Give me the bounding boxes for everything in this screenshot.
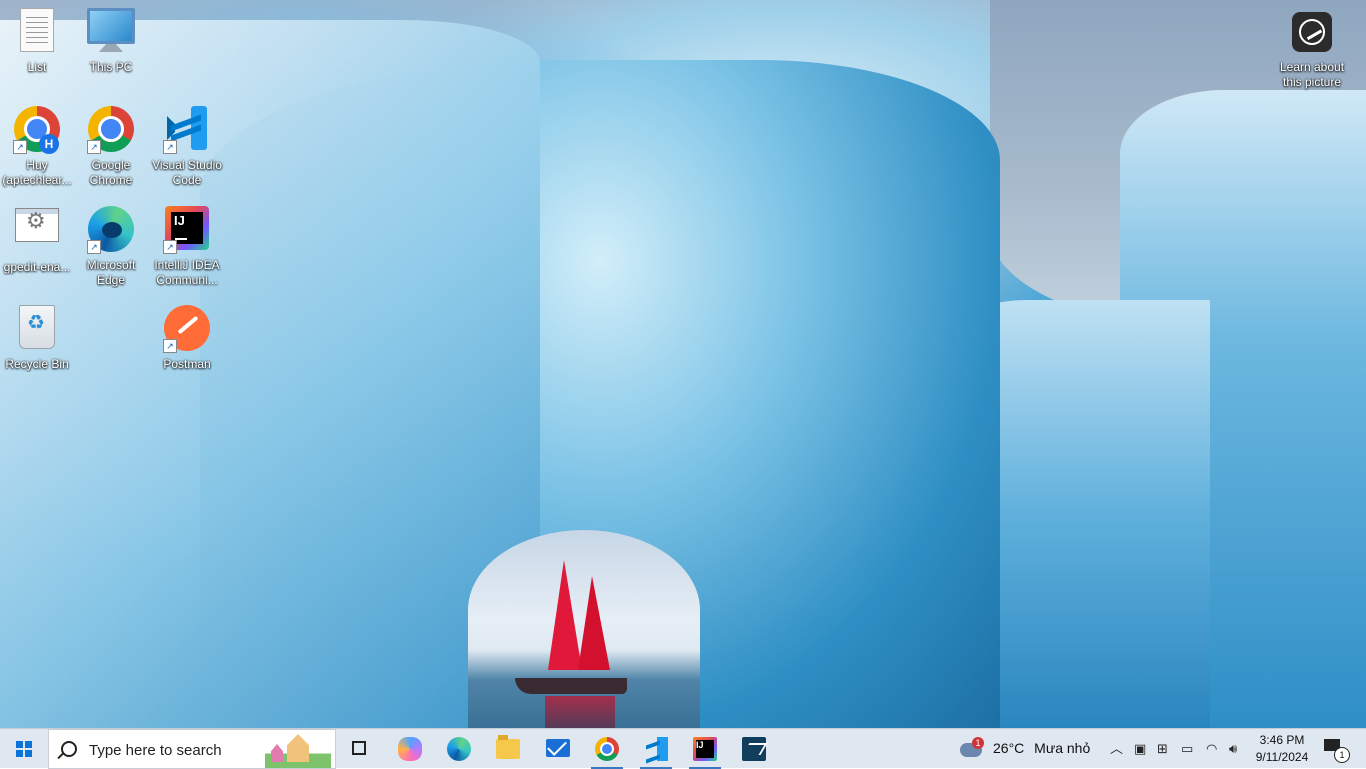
edge-icon: ↗ [87,206,135,254]
desktop-icon-vscode[interactable]: ↗ Visual Studio Code [150,100,224,188]
postman-icon: ↗ [163,305,211,353]
desktop-icon-label: List [27,60,47,74]
battery-icon[interactable]: ▭ [1181,741,1193,757]
desktop-icon-this-pc[interactable]: This PC [74,2,148,75]
taskbar-copilot[interactable] [386,729,434,769]
copilot-icon [398,737,422,761]
volume-icon[interactable]: 🔊︎ [1229,741,1237,757]
desktop-icon-intellij[interactable]: IJ ↗ IntelliJ IDEA Communi... [150,200,224,288]
show-hidden-icons-chevron-up-icon[interactable]: ︿ [1110,741,1123,757]
weather-alert-badge: 1 [972,737,984,749]
search-box[interactable]: Type here to search [48,729,336,769]
desktop-icon-google-chrome[interactable]: ↗ Google Chrome [74,100,148,188]
taskbar-mail[interactable] [534,729,582,769]
taskbar-file-explorer[interactable] [484,729,532,769]
taskbar-mysql-workbench[interactable] [730,729,778,769]
desktop-icon-postman[interactable]: ↗ Postman [150,299,224,372]
presentation-icon[interactable]: ⊞ [1157,741,1168,757]
shortcut-arrow-icon: ↗ [87,140,101,154]
desktop-icon-label: Postman [163,357,211,371]
search-placeholder: Type here to search [89,742,222,759]
windows-logo-icon [16,741,32,757]
desktop-icon-microsoft-edge[interactable]: ↗ Microsoft Edge [74,200,148,288]
desktop-icon-label: This PC [89,60,133,74]
desktop[interactable]: List H ↗ Huy (aptechlear... gpedit-ena..… [0,0,1366,728]
shortcut-arrow-icon: ↗ [163,240,177,254]
shortcut-arrow-icon: ↗ [163,339,177,353]
task-view-icon [352,741,366,755]
intellij-icon: IJ ↗ [163,206,211,254]
learn-about-label: Learn about this picture [1279,60,1345,89]
chrome-icon [595,737,619,761]
desktop-icon-label: IntelliJ IDEA Communi... [154,258,220,287]
system-clock[interactable]: 3:46 PM 9/11/2024 [1250,732,1314,766]
wallpaper-sail [578,576,610,670]
desktop-icon-label: gpedit-ena... [3,260,71,274]
wallpaper-boat-reflection [545,696,615,728]
notification-count: 1 [1334,747,1350,763]
desktop-icon-label: Huy (aptechlear... [2,158,72,187]
camera-lens-icon [1292,12,1332,52]
weather-widget-icon[interactable]: 1 [960,737,984,757]
meet-now-icon[interactable]: ▣ [1134,741,1146,757]
desktop-icon-huy-profile[interactable]: H ↗ Huy (aptechlear... [0,100,74,188]
search-highlight-illustration [265,732,331,768]
weather-widget[interactable]: 26°C Mưa nhỏ [993,740,1090,756]
learn-about-picture[interactable]: Learn about this picture [1274,8,1350,90]
computer-icon [87,8,135,56]
desktop-icon-list[interactable]: List [0,2,74,75]
taskbar-edge[interactable] [435,729,483,769]
weather-condition: Mưa nhỏ [1034,740,1091,756]
taskbar: Type here to search 1 26°C Mưa nhỏ ︿ ▣ ⊞… [0,728,1366,769]
recycle-bin-icon [13,305,61,353]
profile-badge: H [39,134,59,154]
text-document-icon [13,8,61,56]
taskbar-vscode[interactable] [632,729,680,769]
desktop-icon-label: Recycle Bin [5,357,69,371]
wifi-icon[interactable]: ◠ [1206,741,1217,757]
clock-time: 3:46 PM [1259,733,1305,747]
desktop-icon-recycle-bin[interactable]: Recycle Bin [0,299,74,372]
clock-date: 9/11/2024 [1255,750,1309,764]
desktop-icon-label: Google Chrome [89,158,133,187]
vscode-icon [644,737,668,761]
taskbar-chrome[interactable] [583,729,631,769]
wallpaper-boat-hull [515,678,627,694]
search-icon [61,741,77,757]
wallpaper-sail [548,560,582,670]
batch-file-icon [13,208,61,256]
desktop-icon-gpedit[interactable]: gpedit-ena... [0,200,74,275]
desktop-icon-label: Microsoft Edge [86,258,136,287]
start-button[interactable] [0,729,48,769]
shortcut-arrow-icon: ↗ [163,140,177,154]
taskbar-intellij[interactable] [681,729,729,769]
vscode-icon: ↗ [163,106,211,154]
mysql-workbench-icon [742,737,766,761]
chrome-icon: ↗ [87,106,135,154]
weather-temperature: 26°C [993,740,1025,756]
taskbar-task-view[interactable] [336,729,384,769]
chrome-profile-icon: H ↗ [13,106,61,154]
edge-icon [447,737,471,761]
intellij-icon [693,737,717,761]
shortcut-arrow-icon: ↗ [13,140,27,154]
desktop-icon-label: Visual Studio Code [152,158,222,187]
shortcut-arrow-icon: ↗ [87,240,101,254]
mail-icon [546,739,570,757]
notification-center-button[interactable]: 1 [1324,739,1350,763]
folder-icon [496,735,520,759]
